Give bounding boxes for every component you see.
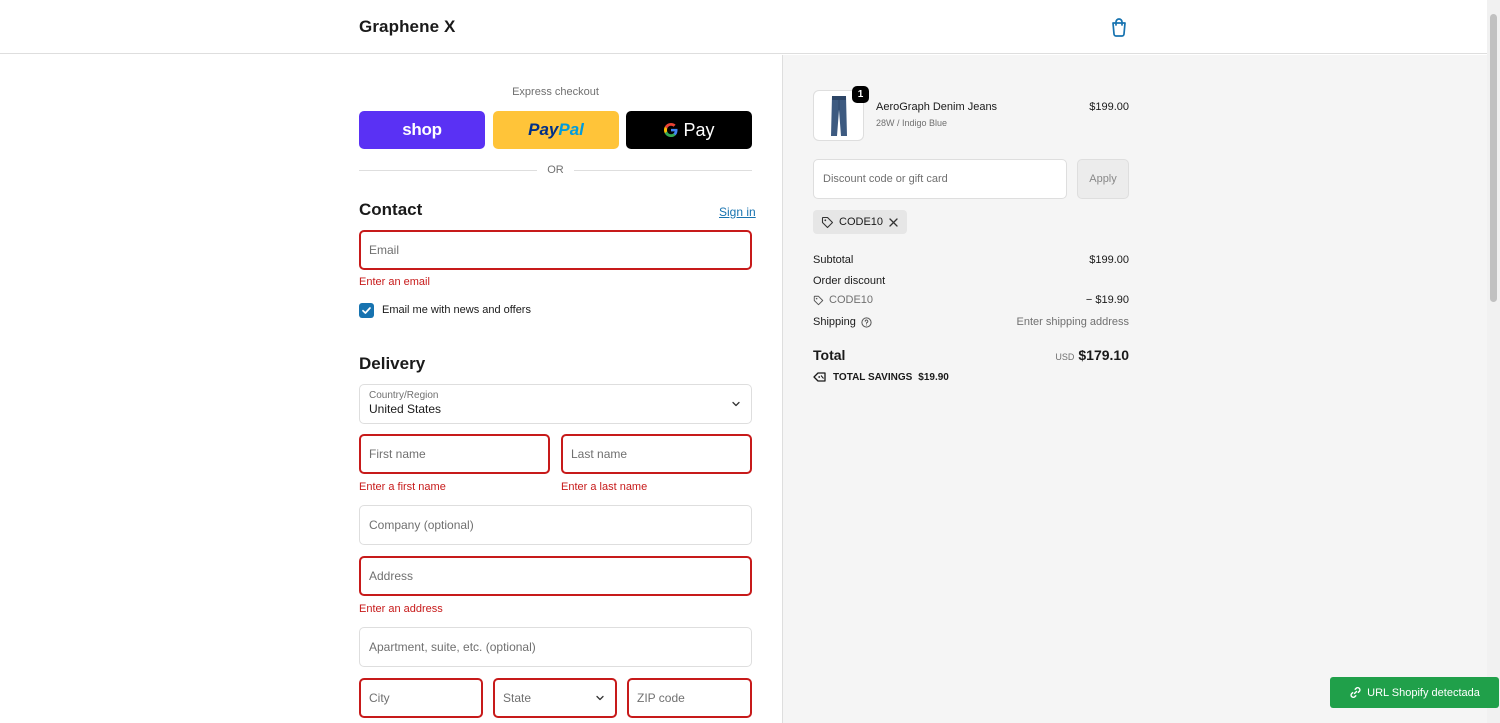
applied-code: CODE10: [839, 216, 884, 228]
applied-discount-chip: CODE10: [813, 210, 908, 234]
newsletter-label: Email me with news and offers: [382, 304, 531, 316]
chevron-down-icon: [732, 401, 740, 407]
state-select[interactable]: State: [493, 678, 617, 718]
address-error: Enter an address: [359, 603, 443, 615]
total-savings: TOTAL SAVINGS $19.90: [813, 371, 949, 383]
first-name-placeholder: First name: [369, 447, 426, 461]
shopping-bag-icon[interactable]: [1108, 16, 1130, 38]
page-scrollbar[interactable]: [1487, 0, 1500, 723]
checkout-form-panel: Express checkout shop Pay Pal Pay OR Cont…: [0, 55, 782, 723]
checkout-header: Graphene X: [0, 0, 1487, 54]
first-name-error: Enter a first name: [359, 481, 446, 493]
paypal-button[interactable]: Pay Pal: [493, 111, 619, 149]
discount-input[interactable]: Discount code or gift card: [813, 159, 1067, 199]
country-value: United States: [369, 402, 442, 416]
total-value: $179.10: [1078, 347, 1129, 363]
store-name[interactable]: Graphene X: [359, 17, 455, 37]
discount-code-row: CODE10 − $19.90: [813, 294, 1129, 306]
quantity-badge: 1: [852, 86, 869, 103]
remove-code-icon[interactable]: [888, 217, 899, 228]
last-name-placeholder: Last name: [571, 447, 628, 461]
shop-pay-button[interactable]: shop: [359, 111, 485, 149]
total-label: Total: [813, 347, 846, 363]
newsletter-option[interactable]: Email me with news and offers: [359, 302, 531, 318]
last-name-error: Enter a last name: [561, 481, 648, 493]
subtotal-value: $199.00: [1089, 254, 1129, 266]
tag-icon: [821, 216, 834, 228]
express-checkout-label: Express checkout: [512, 86, 599, 98]
tag-icon: [813, 295, 824, 305]
discount-code-info: CODE10: [813, 294, 873, 306]
paypal-logo-pal: Pal: [558, 120, 584, 139]
subtotal-label: Subtotal: [813, 254, 854, 266]
savings-label: TOTAL SAVINGS: [833, 371, 913, 383]
email-error: Enter an email: [359, 276, 430, 288]
product-price: $199.00: [1089, 101, 1129, 113]
state-placeholder: State: [503, 691, 532, 705]
google-pay-label: Pay: [683, 119, 715, 140]
apply-button[interactable]: Apply: [1077, 159, 1129, 199]
order-discount-label: Order discount: [813, 275, 886, 287]
zip-field[interactable]: ZIP code: [627, 678, 752, 718]
email-placeholder: Email: [369, 243, 400, 257]
chevron-down-icon: [596, 695, 604, 701]
savings-tag-icon: [813, 372, 826, 382]
address-placeholder: Address: [369, 569, 414, 583]
shipping-value: Enter shipping address: [1016, 316, 1129, 328]
order-summary-panel: 1 AeroGraph Denim Jeans 28W / Indigo Blu…: [782, 55, 1487, 723]
country-select[interactable]: Country/Region United States: [359, 384, 752, 424]
company-placeholder: Company (optional): [369, 518, 474, 532]
contact-title: Contact: [359, 200, 423, 219]
savings-value: $19.90: [918, 371, 949, 383]
help-circle-icon[interactable]: [861, 316, 872, 328]
or-divider: OR: [359, 163, 752, 177]
city-placeholder: City: [369, 691, 390, 705]
paypal-logo-pay: Pay: [528, 120, 559, 139]
last-name-field[interactable]: Last name: [561, 434, 752, 474]
shipping-label: Shipping: [813, 316, 856, 328]
scrollbar-thumb[interactable]: [1490, 14, 1497, 302]
newsletter-checkbox[interactable]: [359, 302, 374, 318]
company-field[interactable]: Company (optional): [359, 505, 752, 545]
delivery-title: Delivery: [359, 354, 426, 373]
product-variant: 28W / Indigo Blue: [876, 118, 948, 128]
subtotal-row: Subtotal $199.00: [813, 254, 1129, 266]
checkmark-icon: [362, 306, 371, 314]
total-currency: USD: [1055, 352, 1075, 362]
discount-placeholder: Discount code or gift card: [823, 173, 948, 185]
google-pay-button[interactable]: Pay: [626, 111, 752, 149]
discount-code: CODE10: [829, 294, 874, 306]
product-name: AeroGraph Denim Jeans: [876, 101, 998, 113]
google-g-icon: [663, 122, 679, 138]
country-label: Country/Region: [369, 390, 439, 401]
first-name-field[interactable]: First name: [359, 434, 550, 474]
shopify-detected-badge[interactable]: URL Shopify detectada: [1330, 677, 1499, 708]
discount-value: − $19.90: [1085, 294, 1129, 306]
email-field[interactable]: Email: [359, 230, 752, 270]
jeans-icon: [830, 95, 847, 136]
divider-line-right: [574, 170, 752, 171]
shipping-row: Shipping Enter shipping address: [813, 316, 1129, 328]
address-field[interactable]: Address: [359, 556, 752, 596]
city-field[interactable]: City: [359, 678, 483, 718]
shipping-label-wrap: Shipping: [813, 316, 872, 328]
apartment-placeholder: Apartment, suite, etc. (optional): [369, 640, 536, 654]
total-value-wrap: USD $179.10: [1001, 347, 1129, 365]
apartment-field[interactable]: Apartment, suite, etc. (optional): [359, 627, 752, 667]
sign-in-link[interactable]: Sign in: [719, 205, 756, 219]
link-icon: [1350, 687, 1361, 698]
shopify-detected-label: URL Shopify detectada: [1367, 686, 1480, 699]
order-discount-row: Order discount: [813, 275, 1129, 287]
shop-pay-logo: shop: [402, 120, 442, 139]
zip-placeholder: ZIP code: [637, 691, 685, 705]
